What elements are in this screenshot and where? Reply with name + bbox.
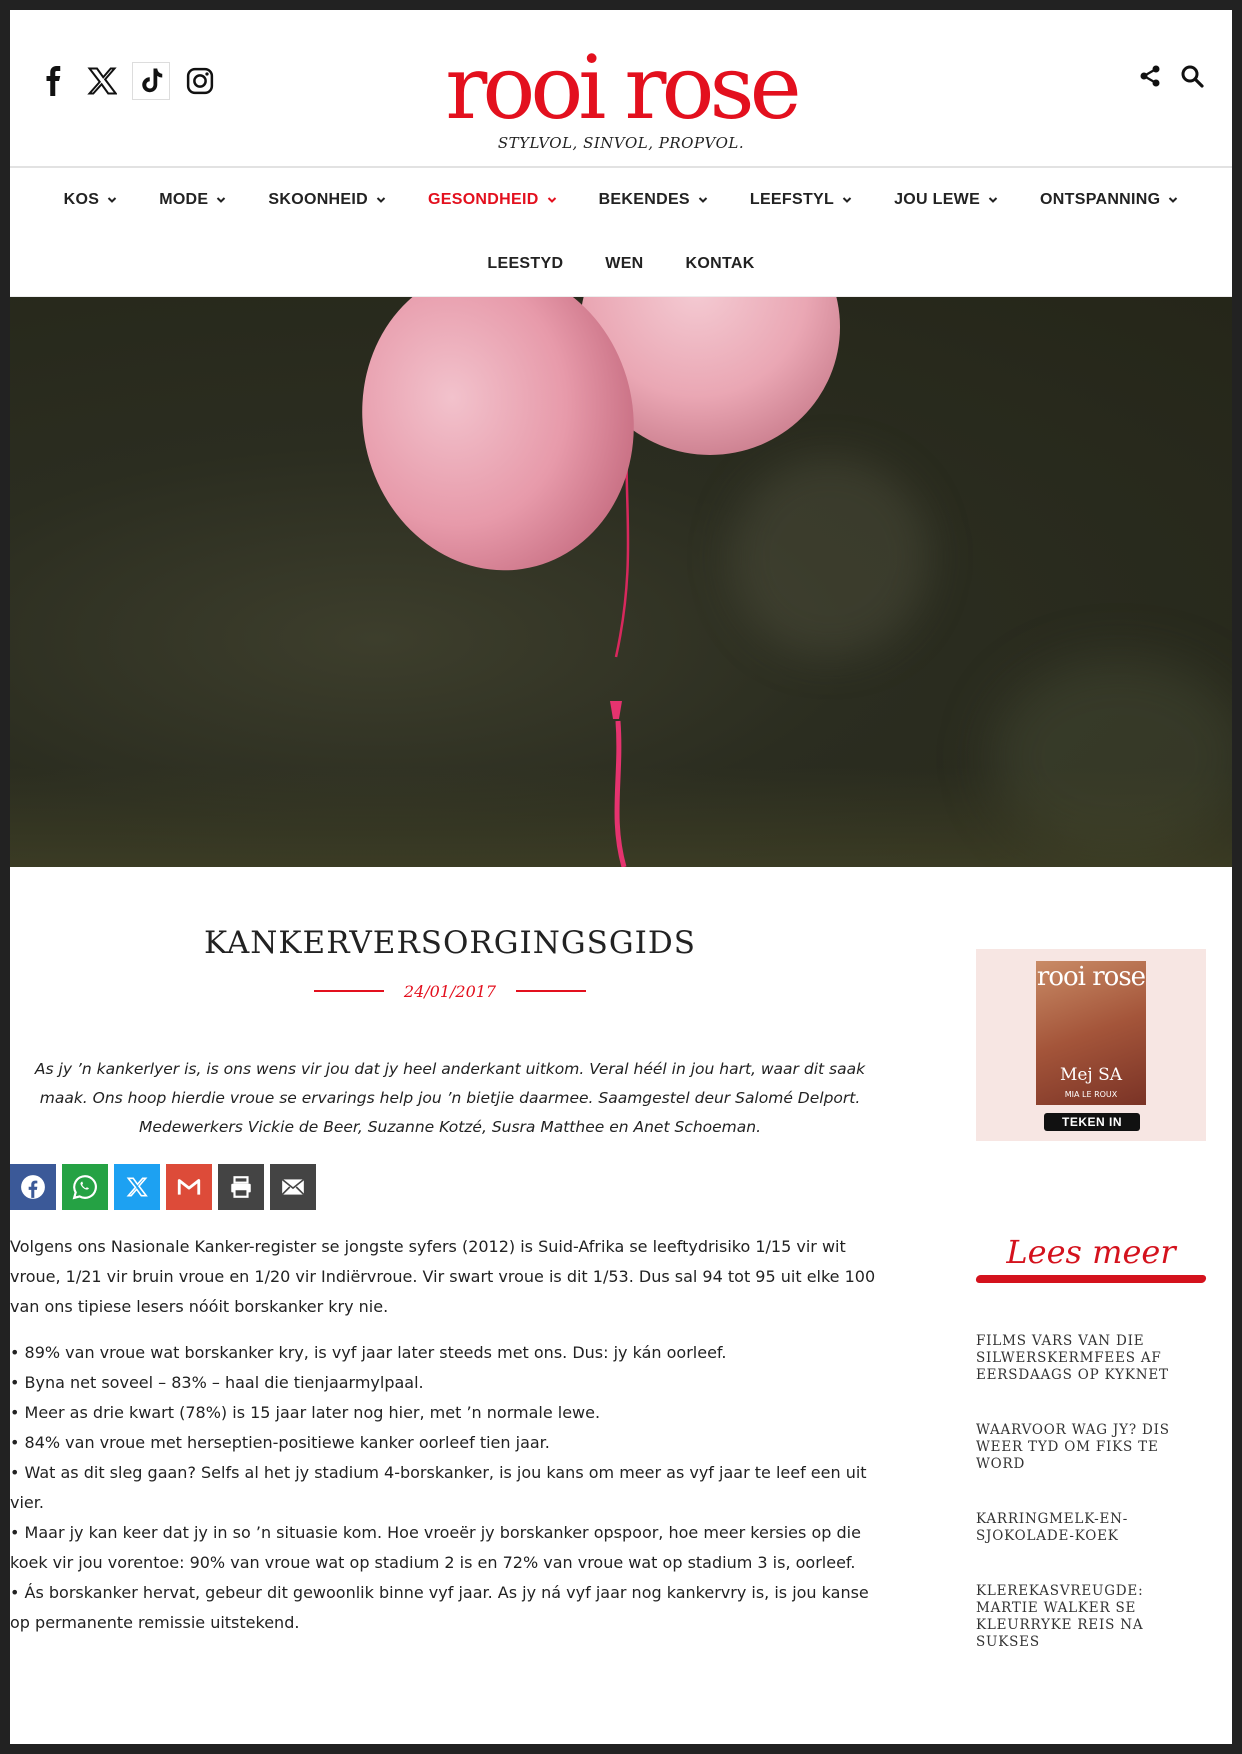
logo-text: rooi rose — [445, 36, 801, 139]
nav-label: GESONDHEID — [428, 191, 539, 208]
nav-item-kos[interactable]: KOS — [43, 191, 139, 209]
nav-label: LEEFSTYL — [749, 191, 835, 208]
subscribe-button[interactable]: TEKEN IN — [1044, 1113, 1140, 1131]
nav-item-leefstyl[interactable]: LEEFSTYL — [729, 191, 873, 209]
chevron-down-icon — [107, 197, 117, 203]
facebook-icon[interactable] — [36, 63, 72, 99]
print-share-button[interactable] — [218, 1163, 264, 1210]
whatsapp-icon — [72, 1174, 97, 1200]
social-links — [36, 62, 218, 100]
article-date: 24/01/2017 — [403, 981, 497, 1001]
cover-headline: Mej SA — [1059, 1065, 1123, 1085]
balloons-illustration — [362, 297, 840, 867]
divider — [313, 990, 384, 993]
chevron-down-icon — [547, 197, 556, 203]
x-icon[interactable] — [84, 63, 120, 99]
header-tools — [1136, 62, 1206, 90]
related-article-link[interactable]: WAARVOOR WAG JY? DIS WEER TYD OM FIKS TE… — [976, 1422, 1206, 1473]
main-navigation: KOS MODE SKOONHEID GESONDHEID BEKENDES L… — [10, 168, 1232, 297]
magazine-subscribe-ad[interactable]: rooi rose Mej SA MIA LE ROUX TEKEN IN — [976, 949, 1206, 1141]
chevron-down-icon — [376, 197, 386, 203]
article-body: Volgens ons Nasionale Kanker-register se… — [10, 1232, 890, 1638]
nav-item-mode[interactable]: MODE — [138, 191, 247, 209]
facebook-icon — [21, 1174, 45, 1199]
page: rooi rose STYLVOL, SINVOL, PROPVOL. KOS … — [10, 10, 1232, 1744]
chevron-down-icon — [1169, 197, 1178, 203]
nav-row-primary: KOS MODE SKOONHEID GESONDHEID BEKENDES L… — [10, 168, 1232, 232]
related-article-link[interactable]: KLEREKASVREUGDE: MARTIE WALKER SE KLEURR… — [976, 1583, 1206, 1651]
sidebar: rooi rose Mej SA MIA LE ROUX TEKEN IN Le… — [975, 949, 1207, 1689]
list-item: • Wat as dit sleg gaan? Selfs al het jy … — [10, 1462, 867, 1512]
nav-label: LEESTYD — [487, 255, 564, 272]
site-logo[interactable]: rooi rose STYLVOL, SINVOL, PROPVOL. — [401, 36, 841, 153]
nav-label: SKOONHEID — [268, 191, 368, 208]
nav-label: KOS — [63, 191, 100, 208]
chevron-down-icon — [217, 197, 226, 203]
divider — [516, 990, 587, 993]
article-dateline: 24/01/2017 — [10, 982, 890, 1001]
related-article-link[interactable]: FILMS VARS VAN DIE SILWERSKERMFEES AF EE… — [976, 1333, 1206, 1384]
chevron-down-icon — [698, 197, 708, 203]
search-icon[interactable] — [1178, 62, 1206, 90]
nav-item-kontak[interactable]: KONTAK — [665, 255, 776, 273]
chevron-down-icon — [988, 197, 998, 203]
nav-label: KONTAK — [685, 255, 755, 272]
email-icon — [281, 1178, 305, 1195]
article: KANKERVERSORGINGSGIDS 24/01/2017 As jy ’… — [10, 867, 890, 1638]
hero-image-pink-balloons — [10, 297, 1232, 867]
brush-divider — [975, 1275, 1207, 1283]
nav-label: MODE — [159, 191, 209, 208]
cover-logo: rooi rose — [1036, 962, 1146, 992]
lees-meer-heading: Lees meer — [1006, 1233, 1176, 1271]
nav-item-jou-lewe[interactable]: JOU LEWE — [873, 191, 1019, 209]
article-intro: As jy ’n kankerlyer is, is ons wens vir … — [34, 1059, 866, 1136]
related-articles-list: FILMS VARS VAN DIE SILWERSKERMFEES AF EE… — [976, 1333, 1206, 1651]
nav-label: WEN — [605, 255, 644, 272]
related-article-link[interactable]: KARRINGMELK-EN-SJOKOLADE-KOEK — [976, 1511, 1206, 1545]
nav-item-ontspanning[interactable]: ONTSPANNING — [1019, 191, 1199, 209]
x-icon — [126, 1177, 148, 1197]
article-paragraph: Volgens ons Nasionale Kanker-register se… — [10, 1236, 876, 1316]
instagram-icon[interactable] — [182, 63, 218, 99]
article-title: KANKERVERSORGINGSGIDS — [203, 925, 697, 961]
magazine-cover: rooi rose Mej SA MIA LE ROUX — [1036, 961, 1146, 1105]
tiktok-icon[interactable] — [132, 62, 170, 100]
list-item: • Meer as drie kwart (78%) is 15 jaar la… — [10, 1402, 601, 1422]
nav-item-wen[interactable]: WEN — [584, 255, 664, 273]
share-bar — [10, 1163, 890, 1210]
gmail-share-button[interactable] — [166, 1163, 212, 1210]
nav-label: ONTSPANNING — [1040, 191, 1161, 208]
list-item: • 84% van vroue met herseptien-positiewe… — [10, 1432, 550, 1452]
print-icon — [231, 1175, 251, 1198]
list-item: • Byna net soveel – 83% – haal die tienj… — [10, 1372, 424, 1392]
site-header: rooi rose STYLVOL, SINVOL, PROPVOL. — [10, 10, 1232, 168]
chevron-down-icon — [842, 197, 852, 203]
facebook-share-button[interactable] — [10, 1163, 56, 1210]
whatsapp-share-button[interactable] — [62, 1163, 108, 1210]
share-icon[interactable] — [1136, 62, 1164, 90]
email-share-button[interactable] — [270, 1163, 316, 1210]
statistics-list: • 89% van vroue wat borskanker kry, is v… — [10, 1338, 890, 1638]
nav-item-gesondheid[interactable]: GESONDHEID — [407, 191, 578, 209]
nav-item-bekendes[interactable]: BEKENDES — [578, 191, 729, 209]
list-item: • 89% van vroue wat borskanker kry, is v… — [10, 1342, 727, 1362]
list-item: • Maar jy kan keer dat jy in so ’n situa… — [10, 1522, 861, 1572]
x-share-button[interactable] — [114, 1163, 160, 1210]
nav-item-leestyd[interactable]: LEESTYD — [466, 255, 584, 273]
nav-row-secondary: LEESTYD WEN KONTAK — [10, 232, 1232, 296]
list-item: • Ás borskanker hervat, gebeur dit gewoo… — [10, 1582, 869, 1632]
nav-label: JOU LEWE — [894, 191, 981, 208]
gmail-icon — [177, 1178, 201, 1195]
nav-item-skoonheid[interactable]: SKOONHEID — [247, 191, 407, 209]
cover-subline: MIA LE ROUX — [1064, 1090, 1118, 1099]
nav-label: BEKENDES — [598, 191, 690, 208]
